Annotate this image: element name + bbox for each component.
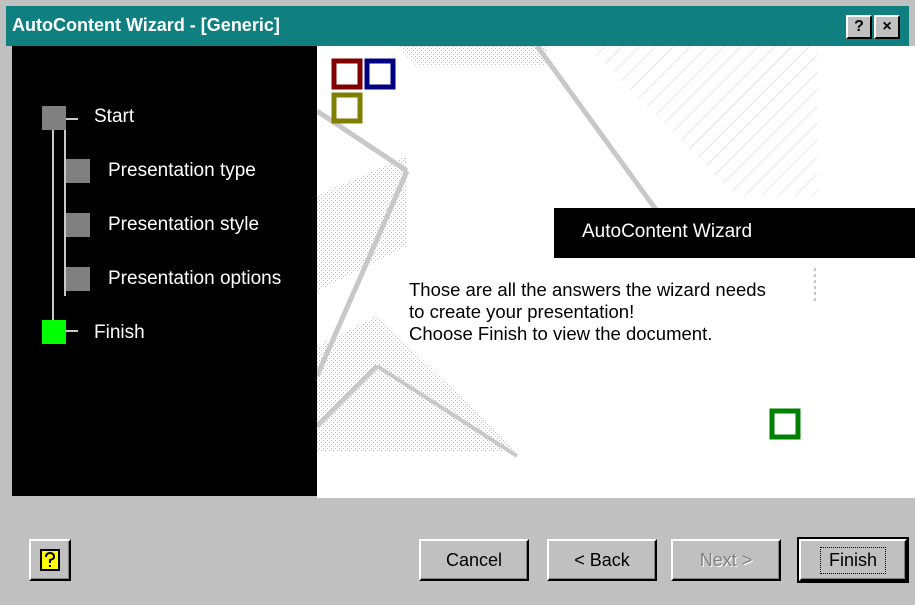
green-square <box>769 408 801 440</box>
decorative-background <box>317 46 817 458</box>
help-title-button[interactable]: ? <box>846 15 872 39</box>
step-marker-start <box>42 106 66 130</box>
finish-button-label: Finish <box>819 546 886 574</box>
panel-heading-bar: AutoContent Wizard <box>554 208 915 258</box>
autocontent-wizard-window: AutoContent Wizard - [Generic] ? × Start <box>0 0 915 605</box>
step-marker-finish <box>42 320 66 344</box>
question-mark-icon: ? <box>854 18 864 35</box>
close-button[interactable]: × <box>874 15 900 39</box>
finish-message: Those are all the answers the wizard nee… <box>409 279 766 344</box>
back-button[interactable]: < Back <box>547 539 657 581</box>
maroon-square <box>331 58 363 90</box>
cancel-button[interactable]: Cancel <box>419 539 529 581</box>
wizard-content: Start Presentation type Presentation sty… <box>12 46 915 498</box>
button-bar: Cancel < Back Next > Finish <box>0 518 915 605</box>
step-navigator: Start Presentation type Presentation sty… <box>12 46 317 496</box>
finish-panel: AutoContent Wizard Those are all the ans… <box>317 46 915 498</box>
window-title: AutoContent Wizard - [Generic] <box>12 15 280 35</box>
step-label-finish[interactable]: Finish <box>94 322 145 344</box>
step-label-presentation-style[interactable]: Presentation style <box>108 214 259 236</box>
step-connector-main <box>52 116 54 328</box>
question-mark-icon <box>40 549 60 571</box>
step-marker-presentation-type <box>66 159 90 183</box>
help-button[interactable] <box>29 539 71 581</box>
title-bar[interactable]: AutoContent Wizard - [Generic] ? × <box>6 6 909 46</box>
olive-square <box>331 92 363 124</box>
step-marker-presentation-style <box>66 213 90 237</box>
close-icon: × <box>882 18 892 35</box>
navy-square <box>364 58 396 90</box>
finish-button[interactable]: Finish <box>797 537 909 583</box>
next-button[interactable]: Next > <box>671 539 781 581</box>
step-label-presentation-options[interactable]: Presentation options <box>108 268 281 290</box>
step-label-start[interactable]: Start <box>94 106 134 128</box>
panel-heading: AutoContent Wizard <box>582 221 753 242</box>
step-marker-presentation-options <box>66 267 90 291</box>
step-label-presentation-type[interactable]: Presentation type <box>108 160 256 182</box>
